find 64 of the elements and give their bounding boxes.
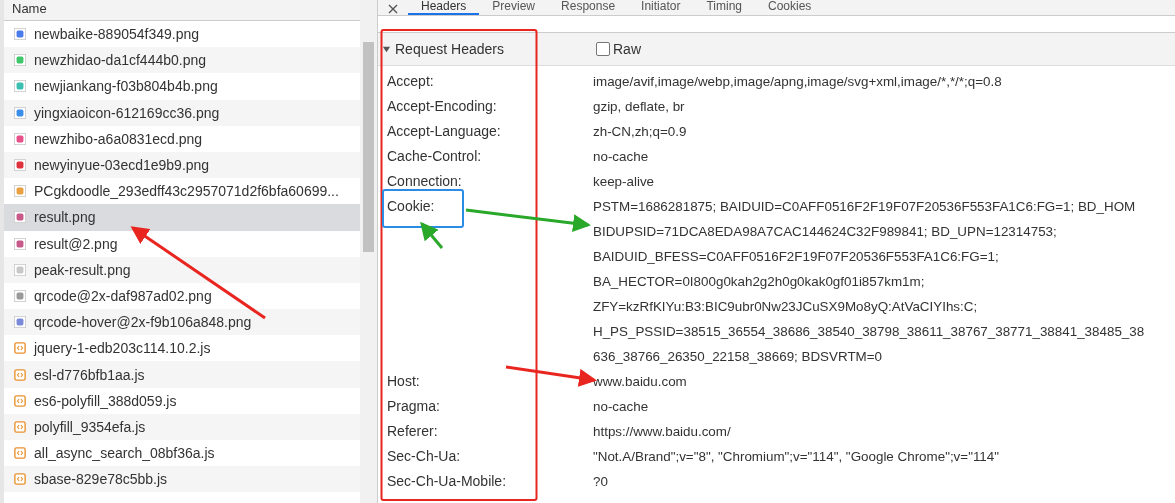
- tab[interactable]: Timing: [693, 0, 755, 15]
- request-row[interactable]: newyinyue-03ecd1e9b9.png: [4, 151, 361, 179]
- request-row[interactable]: sbase-829e78c5bb.js: [4, 466, 361, 493]
- header-name: Accept:: [387, 72, 434, 91]
- tab[interactable]: Response: [548, 0, 629, 15]
- script-file-icon: [14, 473, 26, 486]
- request-row[interactable]: qrcode@2x-daf987ad02.png: [4, 282, 361, 310]
- script-file-icon: [14, 420, 26, 433]
- header-value: no-cache: [593, 398, 649, 416]
- tab[interactable]: Cookies: [755, 0, 825, 15]
- header-name: Host:: [387, 372, 420, 391]
- header-value: H_PS_PSSID=38515_36554_38686_38540_38798_38611_38767_38771_38841_38485_38: [593, 323, 1145, 341]
- script-file-icon: [14, 447, 26, 460]
- request-row[interactable]: result.png: [4, 204, 361, 231]
- header-name: Accept-Language:: [387, 122, 501, 141]
- request-row[interactable]: polyfill_9354efa.js: [4, 413, 361, 440]
- header-value: gzip, deflate, br: [593, 98, 685, 116]
- header-name: Pragma:: [387, 397, 440, 416]
- header-value: BA_HECTOR=0I800g0kah2g2h0g0kak0gf01i857km1m;: [593, 273, 925, 291]
- header-value: PSTM=1686281875; BAIDUID=C0AFF0516F2F19F07F20536F553FA1C6:FG=1; BD_HOM: [593, 198, 1136, 216]
- raw-checkbox[interactable]: Raw: [596, 41, 641, 57]
- header-value: 636_38766_26350_22158_38669; BDSVRTM=0: [593, 348, 882, 366]
- request-row[interactable]: newzhibo-a6a0831ecd.png: [4, 125, 361, 152]
- header-value: keep-alive: [593, 173, 655, 191]
- request-row[interactable]: es6-polyfill_388d059.js: [4, 387, 361, 414]
- annotation-arrow: [420, 221, 444, 249]
- caret-icon: [382, 44, 391, 54]
- request-row[interactable]: peak-result.png: [4, 256, 361, 283]
- header-name: Connection:: [387, 172, 462, 191]
- request-row[interactable]: result@2.png: [4, 230, 361, 257]
- request-row[interactable]: newzhidao-da1cf444b0.png: [4, 47, 361, 74]
- section-toggle[interactable]: Request Headers: [382, 41, 596, 57]
- header-value: BIDUPSID=71DCA8EDA98A7CAC144624C32F989841; BD_UPN=12314753;: [593, 223, 1057, 241]
- request-row[interactable]: jquery-1-edb203c114.10.2.js: [4, 335, 361, 362]
- header-value: ZFY=kzRfKIYu:B3:BIC9ubr0Nw23JCuSX9Mo8yQ:AtVaCIYIhs:C;: [593, 298, 978, 316]
- request-row[interactable]: esl-d776bfb1aa.js: [4, 361, 361, 388]
- header-value: image/avif,image/webp,image/apng,image/svg+xml,image/*,*/*;q=0.8: [593, 73, 1002, 91]
- script-file-icon: [14, 368, 26, 381]
- header-value: www.baidu.com: [593, 373, 687, 391]
- request-row[interactable]: newbaike-889054f349.png: [4, 21, 361, 48]
- header-name: Sec-Ch-Ua-Mobile:: [387, 472, 507, 491]
- tab[interactable]: Headers: [408, 0, 480, 15]
- header-name: Accept-Encoding:: [387, 97, 497, 116]
- column-header[interactable]: Name: [4, 0, 361, 21]
- request-row[interactable]: yingxiaoicon-612169cc36.png: [4, 99, 361, 126]
- header-value: no-cache: [593, 148, 649, 166]
- script-file-icon: [14, 394, 26, 407]
- script-file-icon: [14, 342, 26, 355]
- header-value: "Not.A/Brand";v="8", "Chromium";v="114", "Google Chrome";v="114": [593, 448, 999, 466]
- request-row[interactable]: qrcode-hover@2x-f9b106a848.png: [4, 309, 361, 336]
- header-value: BAIDUID_BFESS=C0AFF0516F2F19F07F20536F553FA1C6:FG=1;: [593, 248, 999, 266]
- header-name: Cache-Control:: [387, 147, 482, 166]
- header-name: Referer:: [387, 422, 438, 441]
- header-value: ?0: [593, 473, 608, 491]
- header-value: zh-CN,zh;q=0.9: [593, 123, 687, 141]
- request-row[interactable]: PCgkdoodle_293edff43c2957071d2f6bfa60699...: [4, 178, 361, 205]
- header-value: https://www.baidu.com/: [593, 423, 731, 441]
- tab[interactable]: Initiator: [628, 0, 694, 15]
- request-row[interactable]: newjiankang-f03b804b4b.png: [4, 73, 361, 100]
- scrollbar-thumb[interactable]: [363, 42, 375, 252]
- header-name: Sec-Ch-Ua:: [387, 447, 461, 466]
- request-row[interactable]: all_async_search_08bf36a.js: [4, 440, 361, 467]
- header-name: Cookie:: [387, 197, 435, 216]
- tab[interactable]: Preview: [479, 0, 549, 15]
